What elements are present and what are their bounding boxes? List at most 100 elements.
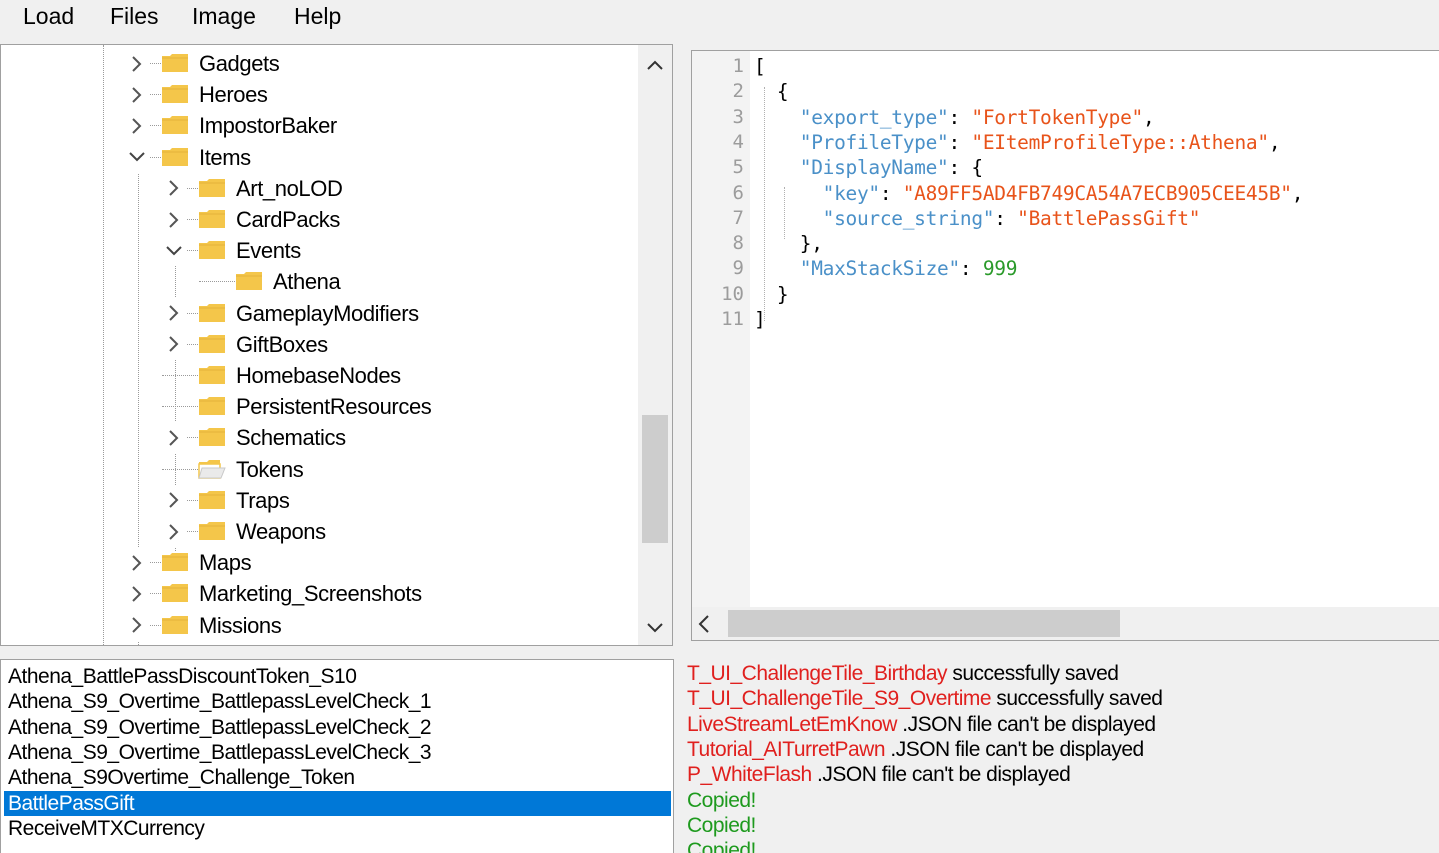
log-entry-name: P_WhiteFlash <box>687 763 812 787</box>
log-entry: P_WhiteFlash .JSON file can't be display… <box>687 762 1071 787</box>
tree-node-persistentresources[interactable]: PersistentResources <box>1 391 637 422</box>
file-list-item[interactable]: Athena_S9_Overtime_BattlepassLevelCheck_… <box>4 689 432 714</box>
tree-node-label: Gadgets <box>199 51 280 76</box>
folder-icon <box>198 303 226 323</box>
file-list-item[interactable]: Athena_S9_Overtime_BattlepassLevelCheck_… <box>4 740 432 765</box>
menu-files[interactable]: Files <box>110 1 159 31</box>
tree-node-label: Items <box>199 144 251 170</box>
chevron-right-icon[interactable] <box>125 79 149 111</box>
tree-node-events[interactable]: Events <box>1 235 637 267</box>
chevron-right-icon[interactable] <box>162 484 186 516</box>
folder-icon <box>198 334 226 354</box>
tree-node-marketing-screenshots[interactable]: Marketing_Screenshots <box>1 578 637 610</box>
line-number: 7 <box>732 206 744 229</box>
tree-node-label: Weapons <box>236 519 326 544</box>
file-list-item[interactable]: ReceiveMTXCurrency <box>4 816 205 841</box>
scroll-down-arrow-icon[interactable] <box>638 611 672 645</box>
chevron-right-icon[interactable] <box>125 609 149 641</box>
line-number: 4 <box>732 130 744 153</box>
chevron-down-icon[interactable] <box>162 235 186 267</box>
line-number: 1 <box>732 55 744 77</box>
folder-tree[interactable]: Gadgets Heroes ImpostorBaker Items Art_noLOD… <box>0 44 673 646</box>
tree-node-gadgets[interactable]: Gadgets <box>1 48 637 79</box>
menu-image[interactable]: Image <box>192 1 256 31</box>
folder-icon <box>161 115 189 135</box>
chevron-right-icon[interactable] <box>162 422 186 454</box>
chevron-right-icon[interactable] <box>162 172 186 204</box>
tree-node-label: Traps <box>236 487 290 513</box>
code-token: "ProfileType" <box>754 130 949 154</box>
tree-node-heroes[interactable]: Heroes <box>1 79 637 111</box>
tree-node-art-nolod[interactable]: Art_noLOD <box>1 172 637 204</box>
line-number-gutter: 1 2 3 4 5 6 7 8 9 10 11 <box>692 51 750 607</box>
code-token: "MaxStackSize" <box>754 257 960 281</box>
log-entry-message: .JSON file can't be displayed <box>896 712 1156 736</box>
code-token: : <box>879 181 903 205</box>
code-line: [ <box>754 54 766 79</box>
chevron-down-icon[interactable] <box>125 141 149 173</box>
tree-scroll-thumb[interactable] <box>642 415 668 543</box>
tree-node-traps[interactable]: Traps <box>1 484 637 516</box>
code-line: "source_string": "BattlePassGift" <box>754 206 1201 231</box>
tree-node-impostorbaker[interactable]: ImpostorBaker <box>1 110 637 142</box>
tree-node-homebasenodes[interactable]: HomebaseNodes <box>1 360 637 391</box>
code-token: : <box>948 130 972 154</box>
file-list-item[interactable]: BattlePassGift <box>4 790 671 816</box>
code-line: } <box>754 282 789 307</box>
file-list[interactable]: Athena_BattlePassDiscountToken_S10 Athena… <box>0 659 674 853</box>
indent-guide <box>764 87 765 321</box>
tree-node-athena[interactable]: Athena <box>1 266 637 297</box>
folder-icon <box>198 365 226 385</box>
code-token: "A89FF5AD4FB749CA54A7ECB905CEE45B" <box>902 181 1292 205</box>
editor-scroll-thumb[interactable] <box>728 610 1120 637</box>
code-token: } <box>754 282 789 306</box>
editor-horizontal-scrollbar[interactable] <box>692 607 1439 640</box>
chevron-right-icon[interactable] <box>125 547 149 579</box>
file-list-item[interactable]: Athena_S9Overtime_Challenge_Token <box>4 765 355 790</box>
scroll-left-arrow-icon[interactable] <box>698 615 710 638</box>
tree-node-gameplaymodifiers[interactable]: GameplayModifiers <box>1 297 637 329</box>
code-line: "DisplayName": { <box>754 155 983 180</box>
tree-node-cardpacks[interactable]: CardPacks <box>1 204 637 235</box>
log-entry-name: T_UI_ChallengeTile_Birthday <box>687 662 948 685</box>
tree-node-schematics[interactable]: Schematics <box>1 422 637 454</box>
log-entry: T_UI_ChallengeTile_S9_Overtime successfu… <box>687 686 1163 711</box>
code-token: "export_type" <box>754 105 949 129</box>
tree-node-missions[interactable]: Missions <box>1 609 637 641</box>
line-number: 11 <box>721 308 744 330</box>
tree-node-items[interactable]: Items <box>1 141 637 173</box>
chevron-right-icon[interactable] <box>162 328 186 360</box>
file-list-item[interactable]: Athena_S9_Overtime_BattlepassLevelCheck_… <box>4 715 432 740</box>
file-list-item[interactable]: Athena_BattlePassDiscountToken_S10 <box>4 664 357 689</box>
line-number: 9 <box>732 257 744 280</box>
tree-node-label: Events <box>236 238 301 264</box>
chevron-right-icon[interactable] <box>162 516 186 547</box>
chevron-right-icon[interactable] <box>162 204 186 235</box>
chevron-right-icon[interactable] <box>125 48 149 79</box>
tree-node-tokens[interactable]: Tokens <box>1 454 637 485</box>
tree-vertical-scrollbar[interactable] <box>638 45 672 645</box>
folder-icon <box>161 583 189 603</box>
tree-node-maps[interactable]: Maps <box>1 547 637 579</box>
line-number: 8 <box>732 232 744 255</box>
code-token: [ <box>754 55 766 78</box>
menu-help[interactable]: Help <box>294 1 341 31</box>
tree-node-giftboxes[interactable]: GiftBoxes <box>1 328 637 360</box>
json-editor[interactable]: 1 2 3 4 5 6 7 8 9 10 11 [ { "export_type": "FortTo… <box>691 50 1439 641</box>
chevron-right-icon[interactable] <box>125 110 149 142</box>
tree-node-label: HomebaseNodes <box>236 363 401 388</box>
tree-node-weapons[interactable]: Weapons <box>1 516 637 547</box>
tree-connector <box>162 375 198 376</box>
tree-node-label: Missions <box>199 612 282 638</box>
chevron-right-icon[interactable] <box>125 578 149 610</box>
scroll-up-arrow-icon[interactable] <box>638 48 672 82</box>
tree-connector <box>162 468 198 470</box>
chevron-right-icon[interactable] <box>162 297 186 329</box>
log-entry-message: .JSON file can't be displayed <box>811 763 1071 787</box>
tree-node-label: Athena <box>273 269 341 295</box>
menu-load[interactable]: Load <box>23 1 74 31</box>
code-line: { <box>754 79 789 104</box>
folder-icon <box>161 552 189 572</box>
indent-guide <box>784 187 785 239</box>
code-token: , <box>1268 130 1281 154</box>
